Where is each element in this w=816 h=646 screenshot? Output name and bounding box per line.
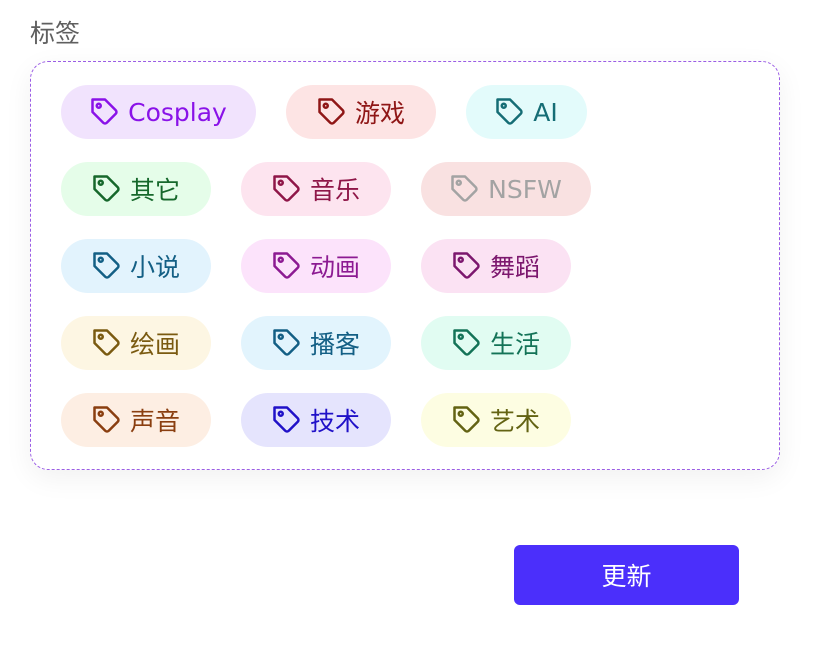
tag-label: Cosplay [128,97,227,127]
tag-games[interactable]: 游戏 [286,85,436,139]
tag-label: 小说 [129,253,180,282]
update-button[interactable]: 更新 [514,545,739,605]
tag-icon [92,174,122,204]
tag-label: 技术 [309,407,360,436]
tag-icon [92,405,122,435]
tag-music[interactable]: 音乐 [241,162,391,216]
tag-voice[interactable]: 声音 [61,393,211,447]
tag-icon [92,328,122,358]
tag-icon [317,97,347,127]
tags-label: 标签 [30,19,81,48]
tag-label: 游戏 [354,99,405,128]
tag-icon [452,405,482,435]
tag-icon [92,251,122,281]
tag-cosplay[interactable]: Cosplay [61,85,256,139]
tag-animation[interactable]: 动画 [241,239,391,293]
tag-ai[interactable]: AI [466,85,587,139]
tag-other[interactable]: 其它 [61,162,211,216]
tag-art[interactable]: 艺术 [421,393,571,447]
tag-label: 生活 [489,330,540,359]
tag-label: 音乐 [309,176,360,205]
tag-nsfw[interactable]: NSFW [421,162,591,216]
tag-novel[interactable]: 小说 [61,239,211,293]
tag-podcast[interactable]: 播客 [241,316,391,370]
tag-label: 声音 [129,407,180,436]
tag-label: 绘画 [129,330,180,359]
tag-icon [450,174,480,204]
tag-selector: Cosplay 游戏 AI 其它 音乐 NSFW 小说 动画 舞蹈 绘画 播客 [30,61,780,470]
tag-icon [272,251,302,281]
tag-icon [272,405,302,435]
tag-icon [272,174,302,204]
tag-label: 舞蹈 [489,253,540,282]
tag-painting[interactable]: 绘画 [61,316,211,370]
tag-icon [452,328,482,358]
tag-label: 动画 [309,253,360,282]
tag-icon [495,97,525,127]
tag-label: 艺术 [489,407,540,436]
tag-label: 播客 [309,330,360,359]
tag-icon [272,328,302,358]
tag-label: AI [533,97,558,127]
tag-icon [90,97,120,127]
tag-tech[interactable]: 技术 [241,393,391,447]
tag-icon [452,251,482,281]
tag-dance[interactable]: 舞蹈 [421,239,571,293]
tag-label: 其它 [129,176,180,205]
tag-label: NSFW [488,174,562,204]
tag-life[interactable]: 生活 [421,316,571,370]
